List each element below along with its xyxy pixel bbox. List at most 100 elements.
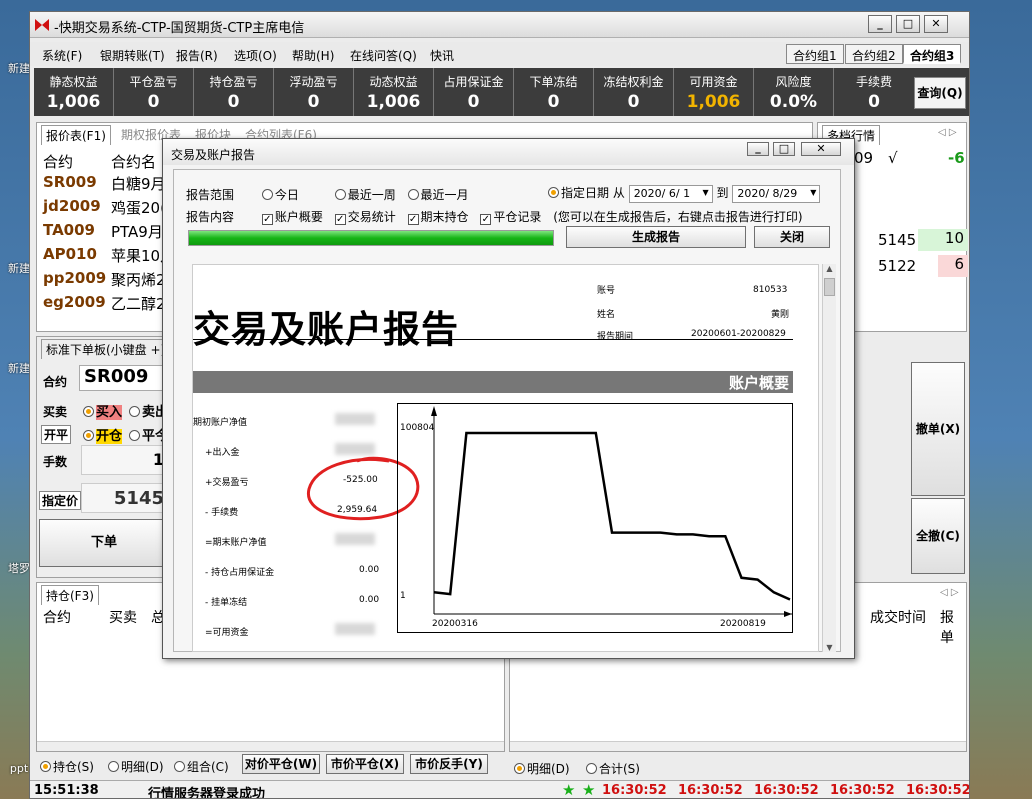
app-logo-icon (35, 19, 49, 31)
summary-row-label: - 手续费 (205, 508, 239, 518)
horizontal-scrollbar[interactable] (37, 741, 504, 751)
x-axis-arrow-icon (784, 611, 792, 617)
qty-label: 手数 (43, 455, 68, 469)
connection-star-icon: ★ (582, 781, 596, 799)
to-label: 到 (716, 186, 729, 200)
scope-week-radio[interactable]: 最近一周 (334, 188, 396, 202)
server-clock: 16:30:52 (602, 783, 667, 798)
redacted-value (335, 533, 375, 545)
positions-checkbox[interactable]: ✓ 期末持仓 (407, 210, 469, 225)
combo-radio[interactable]: 组合(C) (174, 758, 229, 775)
closed-trades-checkbox[interactable]: ✓ 平仓记录 (480, 210, 541, 225)
scope-custom-radio[interactable]: 指定日期 (548, 186, 609, 200)
tab-group-1[interactable]: 合约组1 (786, 44, 844, 64)
y-min-label: 1 (400, 591, 406, 601)
col-header-name: 合约名 (111, 153, 157, 171)
to-date-picker[interactable]: 2020/ 8/29 (732, 184, 821, 203)
stat-floating-pnl: 浮动盈亏 0 (274, 68, 354, 116)
query-button[interactable]: 查询(Q) (914, 77, 966, 109)
tab-positions[interactable]: 持仓(F3) (41, 585, 99, 605)
from-date-picker[interactable]: 2020/ 6/ 1 (628, 184, 713, 203)
account-stats-bar: 静态权益 1,006 平仓盈亏 0 持仓盈亏 0 浮动盈亏 0 动态权益 1,006 占用… (34, 68, 969, 116)
status-bar: 15:51:38 行情服务器登录成功 ★ ★ 16:30:52 16:30:52… (30, 780, 970, 799)
tab-group-2[interactable]: 合约组2 (845, 44, 903, 64)
stat-risk: 风险度 0.0% (754, 68, 834, 116)
menu-help[interactable]: 帮助(H) (292, 47, 334, 64)
stat-available: 可用资金 1,006 (674, 68, 754, 116)
summary-row-label: +出入金 (205, 448, 240, 458)
open-close-label: 开平 (41, 425, 72, 444)
menu-news[interactable]: 快讯 (430, 47, 454, 64)
name-label: 姓名 (597, 310, 616, 320)
menu-system[interactable]: 系统(F) (42, 47, 82, 64)
server-clock: 16:30:52 (906, 783, 970, 798)
counter-close-button[interactable]: 对价平仓(W) (242, 754, 320, 774)
depth-volume: 10 (918, 229, 968, 251)
market-reverse-button[interactable]: 市价反手(Y) (410, 754, 488, 774)
window-title: -快期交易系统-CTP-国贸期货-CTP主席电信 (54, 21, 305, 36)
minimize-button[interactable]: _ (868, 15, 892, 33)
tab-nav-arrows-icon[interactable]: ◁ ▷ (940, 587, 959, 598)
close-button[interactable]: ✕ (924, 15, 948, 33)
price-input[interactable]: 5145 (81, 483, 171, 513)
contract-label: 合约 (43, 375, 68, 389)
scope-month-radio[interactable]: 最近一月 (407, 188, 469, 202)
report-view[interactable]: 交易及账户报告 账号 810533 姓名 黄刚 报告期间 20200601-20… (192, 264, 819, 652)
buy-radio[interactable]: 买入 (83, 401, 123, 420)
col-header-trade-time: 成交时间 (870, 610, 926, 626)
cancel-all-button[interactable]: 全撤(C) (911, 498, 965, 574)
equity-line (433, 431, 791, 601)
report-scrollbar[interactable]: ▲ ▼ (822, 264, 836, 652)
dialog-maximize-button[interactable]: □ (773, 142, 795, 156)
period-value: 20200601-20200829 (691, 329, 786, 339)
qty-input[interactable]: 1 (81, 445, 171, 475)
stats-checkbox[interactable]: ✓ 交易统计 (334, 210, 396, 225)
menu-bank-transfer[interactable]: 银期转账(T) (100, 47, 165, 64)
content-label: 报告内容 (186, 210, 235, 224)
title-rule (193, 339, 793, 340)
scroll-down-icon[interactable]: ▼ (823, 643, 836, 652)
from-label: 从 (612, 186, 625, 200)
trade-total-radio[interactable]: 合计(S) (586, 760, 640, 777)
equity-chart-svg: 100804 1 20200316 20200819 (400, 406, 792, 629)
server-clock: 16:30:52 (830, 783, 895, 798)
trade-details-radio[interactable]: 明细(D) (514, 760, 570, 777)
menu-options[interactable]: 选项(O) (234, 47, 277, 64)
stat-position-pnl: 持仓盈亏 0 (194, 68, 274, 116)
submit-order-button[interactable]: 下单 (39, 519, 169, 567)
status-time: 15:51:38 (34, 783, 99, 798)
horizontal-scrollbar[interactable] (510, 741, 966, 751)
summary-checkbox[interactable]: ✓ 账户概要 (261, 210, 323, 225)
scope-label: 报告范围 (186, 188, 235, 202)
close-dialog-button[interactable]: 关闭 (754, 226, 830, 248)
dialog-minimize-button[interactable]: _ (747, 142, 769, 156)
period-label: 报告期间 (597, 332, 634, 342)
stat-close-pnl: 平仓盈亏 0 (114, 68, 194, 116)
depth-cell: 09 (854, 149, 874, 167)
scope-row: 报告范围 今日 最近一周 最近一月 (186, 186, 469, 203)
tab-group-3[interactable]: 合约组3 (903, 44, 962, 64)
redacted-value (335, 413, 375, 425)
stat-fee: 手续费 0 (855, 75, 892, 112)
menu-report[interactable]: 报告(R) (176, 47, 218, 64)
scroll-up-icon[interactable]: ▲ (823, 264, 836, 273)
scroll-thumb[interactable] (824, 278, 835, 296)
x-start-label: 20200316 (432, 619, 478, 629)
details-radio[interactable]: 明细(D) (108, 758, 164, 775)
scope-today-radio[interactable]: 今日 (261, 188, 299, 202)
menu-online-qa[interactable]: 在线问答(Q) (350, 47, 417, 64)
y-max-label: 100804 (400, 423, 435, 433)
positions-radio[interactable]: 持仓(S) (40, 758, 94, 775)
status-message: 行情服务器登录成功 (148, 787, 266, 799)
content-row: 报告内容 ✓ 账户概要 ✓ 交易统计 ✓ 期末持仓 ✓ 平仓记录 (您可以在生成报告后，… (186, 208, 803, 225)
tab-nav-arrows-icon[interactable]: ◁ ▷ (938, 127, 957, 138)
dialog-close-x-button[interactable]: ✕ (801, 142, 841, 156)
cancel-order-button[interactable]: 撤单(X) (911, 362, 965, 496)
market-close-button[interactable]: 市价平仓(X) (326, 754, 404, 774)
generate-report-button[interactable]: 生成报告 (566, 226, 746, 248)
tab-quote-list[interactable]: 报价表(F1) (41, 125, 111, 145)
redacted-value (335, 623, 375, 635)
side-label: 买卖 (43, 405, 68, 419)
open-radio[interactable]: 开仓 (83, 425, 123, 444)
maximize-button[interactable]: □ (896, 15, 920, 33)
